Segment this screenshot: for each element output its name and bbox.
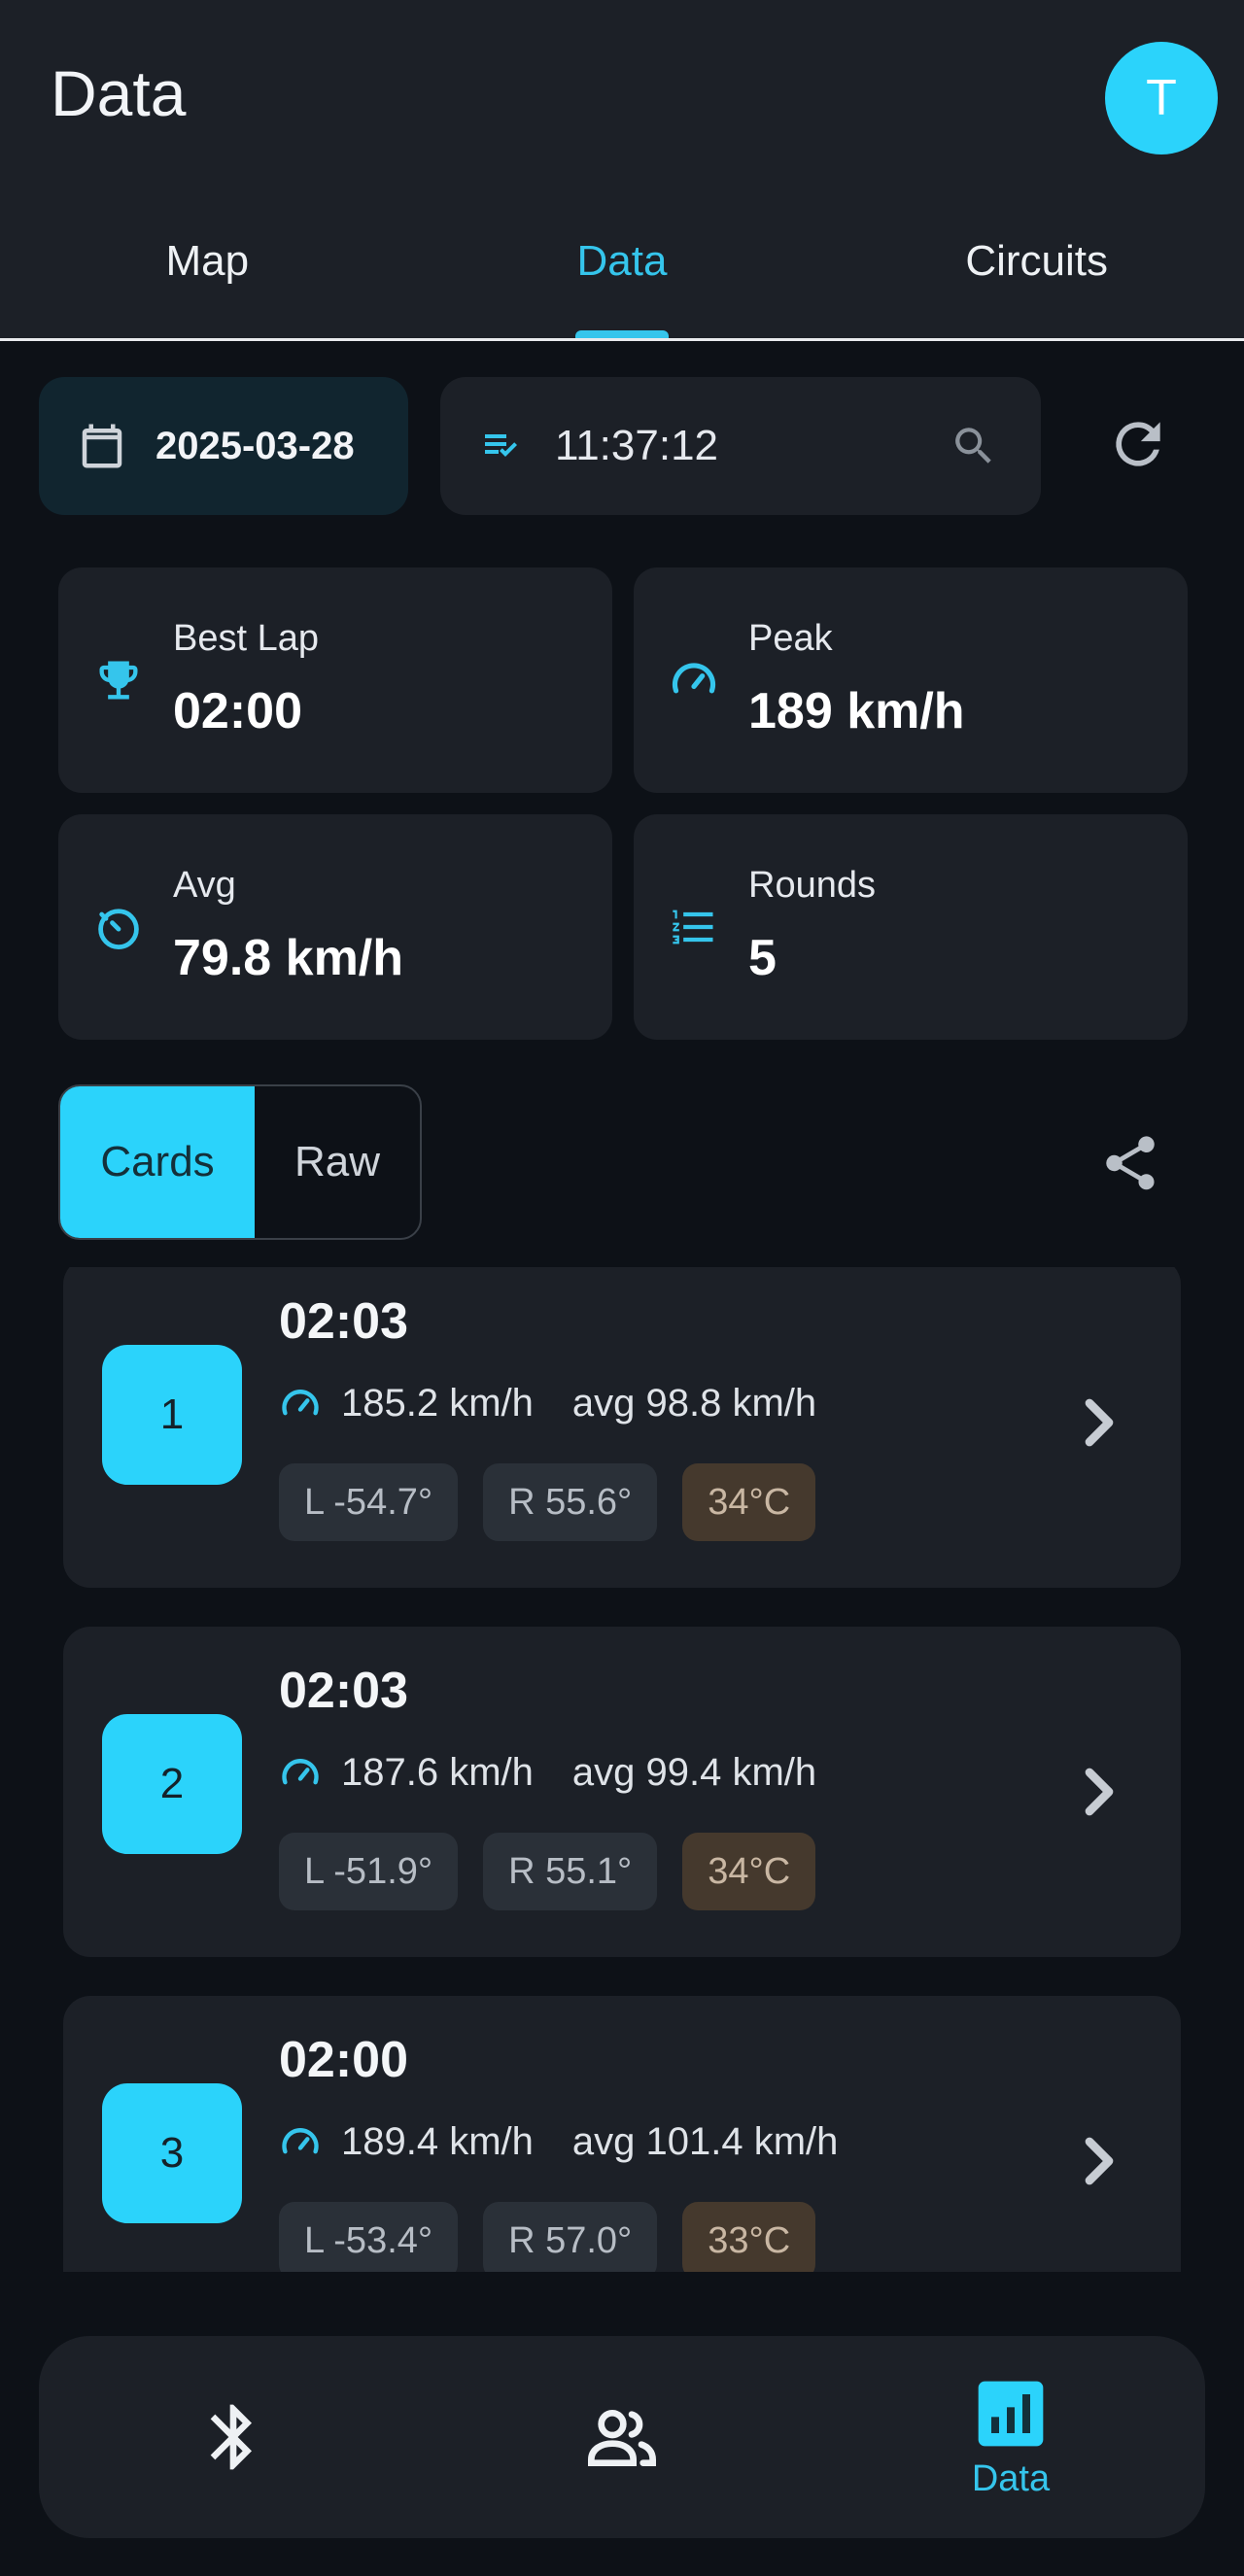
temperature-chip: 34°C [682,1463,816,1541]
chevron-right-icon [1085,2137,1114,2185]
nav-bluetooth[interactable] [39,2336,428,2538]
lap-peak-speed: 185.2 km/h [341,1382,534,1425]
tab-data[interactable]: Data [415,214,830,338]
lap-number-badge: 2 [102,1714,242,1854]
cards-view-button[interactable]: Cards [60,1086,255,1238]
temperature-chip: 33°C [682,2202,816,2272]
lap-speed-row: 187.6 km/h avg 99.4 km/h [279,1751,816,1795]
stat-label: Avg [173,865,236,906]
lap-list[interactable]: 1 02:03 185.2 km/h avg 98.8 km/h L -54.7… [0,1267,1244,2272]
stat-label: Rounds [748,865,876,906]
lap-chips: L -51.9° R 55.1° 34°C [279,1833,841,1910]
lean-right-chip: R 55.1° [483,1833,658,1910]
session-search-field[interactable]: 11:37:12 [440,377,1041,515]
lean-left-chip: L -54.7° [279,1463,459,1541]
lap-speed-row: 185.2 km/h avg 98.8 km/h [279,1382,816,1425]
chevron-right-icon [1085,1768,1114,1816]
lap-card[interactable]: 1 02:03 185.2 km/h avg 98.8 km/h L -54.7… [63,1267,1181,1588]
trophy-icon [99,661,138,700]
share-icon[interactable] [1098,1129,1162,1197]
tab-indicator [575,330,669,338]
temperature-chip: 34°C [682,1833,816,1910]
chevron-right-icon [1085,1398,1114,1447]
speedometer-icon [282,1389,319,1415]
stat-value: 02:00 [173,683,302,739]
stat-label: Peak [748,618,833,659]
nav-people[interactable] [428,2336,816,2538]
timer-icon [98,909,139,949]
bottom-navigation: Data [39,2336,1205,2538]
tab-bar: Map Data Circuits [0,214,1244,341]
people-icon [588,2409,656,2466]
app-bar: Data T Map Data Circuits [0,0,1244,341]
tab-map-label: Map [165,237,250,285]
lap-avg-speed: avg 98.8 km/h [571,1382,817,1425]
stat-value: 189 km/h [748,683,965,739]
playlist-check-icon [485,434,517,457]
lap-number-badge: 1 [102,1345,242,1485]
lap-time: 02:03 [279,1663,408,1719]
stat-peak: Peak 189 km/h [634,567,1188,793]
lap-chips: L -53.4° R 57.0° 33°C [279,2202,841,2272]
stat-avg: Avg 79.8 km/h [58,814,612,1040]
lean-right-chip: R 55.6° [483,1463,658,1541]
nav-data[interactable]: Data [816,2336,1205,2538]
stat-best-lap: Best Lap 02:00 [58,567,612,793]
lap-number-badge: 3 [102,2083,242,2223]
stat-label: Best Lap [173,618,319,659]
date-value: 2025-03-28 [156,424,355,467]
lap-time: 02:03 [279,1293,408,1350]
lap-time: 02:00 [279,2032,408,2088]
tab-data-label: Data [576,237,668,285]
date-picker-button[interactable]: 2025-03-28 [39,377,408,515]
view-toggle: Cards Raw [58,1084,422,1240]
stat-rounds: Rounds 5 [634,814,1188,1040]
raw-view-button[interactable]: Raw [255,1086,420,1238]
bar-chart-icon [978,2381,1044,2446]
refresh-button[interactable] [1100,406,1176,482]
lap-avg-speed: avg 99.4 km/h [571,1751,817,1794]
lap-card[interactable]: 3 02:00 189.4 km/h avg 101.4 km/h L -53.… [63,1996,1181,2272]
numbered-list-icon [673,910,713,945]
lap-speed-row: 189.4 km/h avg 101.4 km/h [279,2120,838,2164]
calendar-icon [82,424,122,468]
avatar[interactable]: T [1105,42,1218,155]
refresh-icon [1116,422,1160,466]
nav-data-label: Data [971,2457,1051,2499]
lap-peak-speed: 189.4 km/h [341,2120,534,2163]
tab-circuits-label: Circuits [965,237,1109,285]
session-time-value: 11:37:12 [555,422,719,469]
lean-right-chip: R 57.0° [483,2202,658,2272]
lap-card[interactable]: 2 02:03 187.6 km/h avg 99.4 km/h L -51.9… [63,1627,1181,1957]
lean-left-chip: L -53.4° [279,2202,459,2272]
filter-row: 2025-03-28 11:37:12 [0,377,1244,517]
speedometer-icon [672,663,716,694]
speedometer-icon [282,2127,319,2153]
speedometer-icon [282,1758,319,1784]
tab-circuits[interactable]: Circuits [829,214,1244,338]
page-title: Data [51,57,187,129]
search-icon[interactable] [950,422,998,470]
lap-chips: L -54.7° R 55.6° 34°C [279,1463,841,1541]
lap-peak-speed: 187.6 km/h [341,1751,534,1794]
bluetooth-icon [210,2404,252,2470]
tab-map[interactable]: Map [0,214,415,338]
stat-value: 79.8 km/h [173,930,404,986]
lap-avg-speed: avg 101.4 km/h [571,2120,839,2163]
stat-value: 5 [748,930,777,986]
lean-left-chip: L -51.9° [279,1833,459,1910]
